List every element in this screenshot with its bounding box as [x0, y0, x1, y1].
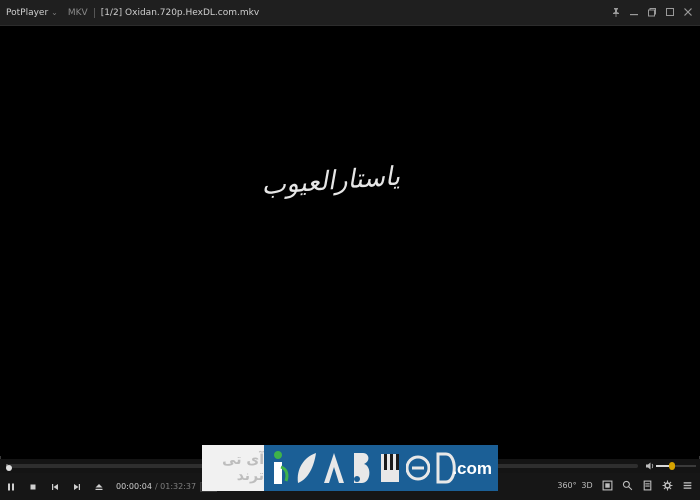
skip-previous-icon — [52, 483, 58, 490]
restore-icon[interactable] — [646, 6, 658, 18]
next-button[interactable] — [66, 476, 88, 498]
previous-button[interactable] — [44, 476, 66, 498]
gear-icon — [662, 480, 672, 490]
format-label: MKV — [67, 7, 88, 18]
volume-slider[interactable] — [656, 462, 696, 470]
file-title: [1/2] Oxidan.720p.HexDL.com.mkv — [100, 7, 260, 18]
app-menu-button[interactable]: PotPlayer — [6, 8, 48, 18]
capture-icon — [602, 480, 612, 490]
search-icon — [622, 480, 632, 490]
letter-e-logo-icon — [406, 455, 430, 481]
elapsed-time[interactable]: 00:00:04 — [116, 482, 152, 491]
open-button[interactable] — [88, 476, 110, 498]
banner-logo-panel: .com — [264, 445, 498, 491]
stop-button[interactable] — [22, 476, 44, 498]
window-controls — [610, 6, 694, 18]
banner-persian-text: آی تی ترند — [222, 452, 264, 484]
view-3d-button[interactable]: 3D — [580, 478, 594, 492]
settings-button[interactable] — [660, 478, 674, 492]
right-controls: 360° 3D — [557, 478, 694, 492]
total-duration[interactable]: / 01:32:37 — [155, 482, 196, 491]
speaker-icon[interactable] — [645, 461, 655, 471]
close-icon[interactable] — [682, 6, 694, 18]
pin-icon[interactable] — [610, 6, 622, 18]
title-bar[interactable]: PotPlayer ⌄ MKV [1/2] Oxidan.720p.HexDL.… — [0, 0, 700, 26]
minimize-icon[interactable] — [628, 6, 640, 18]
letter-b-logo-icon — [354, 453, 370, 483]
maximize-icon[interactable] — [664, 6, 676, 18]
menu-button[interactable] — [680, 478, 694, 492]
banner-persian-panel: آی تی ترند — [202, 445, 264, 491]
person-logo-icon — [274, 451, 289, 484]
video-area[interactable]: یاستارالعیوب — [0, 26, 700, 456]
search-button[interactable] — [620, 478, 634, 492]
banner-com-text: .com — [452, 459, 492, 478]
piano-logo-icon — [381, 454, 399, 482]
chevron-down-icon[interactable]: ⌄ — [51, 8, 58, 17]
eject-icon — [95, 483, 103, 490]
skip-next-icon — [74, 483, 80, 490]
capture-button[interactable] — [600, 478, 614, 492]
seek-handle[interactable] — [6, 465, 12, 471]
playlist-button[interactable] — [640, 478, 654, 492]
pause-button[interactable] — [0, 476, 22, 498]
letter-a-logo-icon — [324, 453, 344, 483]
title-separator — [93, 7, 95, 18]
watermark-banner: آی تی ترند .com — [202, 445, 498, 491]
view-360-button[interactable]: 360° — [557, 478, 576, 492]
playlist-icon — [643, 480, 651, 490]
video-calligraphy-text: یاستارالعیوب — [260, 161, 401, 202]
stop-icon — [30, 484, 36, 489]
menu-icon — [683, 481, 691, 489]
leaf-logo-icon — [297, 453, 316, 483]
volume-handle[interactable] — [669, 462, 675, 470]
pause-icon — [8, 483, 14, 490]
